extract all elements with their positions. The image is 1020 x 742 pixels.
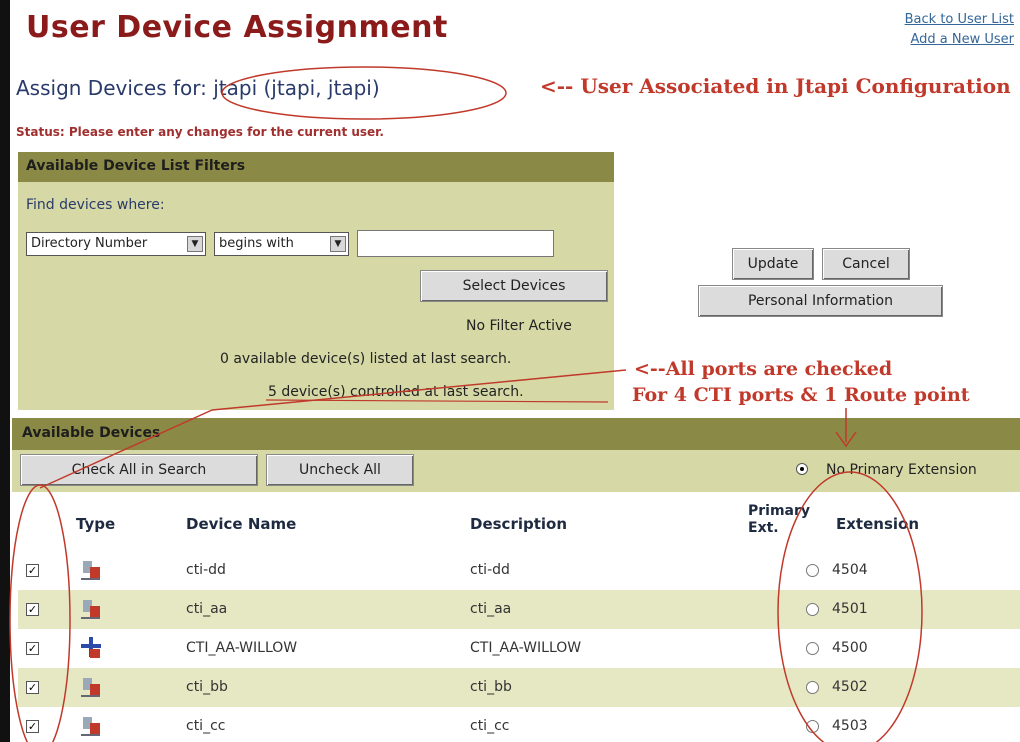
assign-heading-prefix: Assign Devices for: (16, 76, 214, 100)
select-devices-button[interactable]: Select Devices (420, 270, 608, 302)
devices-panel-title: Available Devices (22, 425, 161, 441)
cancel-button[interactable]: Cancel (822, 248, 910, 280)
back-to-user-list-link[interactable]: Back to User List (905, 12, 1014, 27)
match-type-select[interactable]: begins with ▼ (214, 232, 349, 256)
extension-value: 4502 (832, 679, 868, 695)
device-description: cti_cc (470, 718, 510, 734)
table-row: ✓ cti_bb cti_bb 4502 (18, 668, 1020, 707)
search-field-select[interactable]: Directory Number ▼ (26, 232, 206, 256)
assign-heading-user: jtapi (jtapi, jtapi) (213, 76, 380, 100)
status-message: Status: Please enter any changes for the… (16, 125, 384, 139)
personal-information-button[interactable]: Personal Information (698, 285, 943, 317)
filters-panel-title: Available Device List Filters (26, 158, 246, 174)
page-title: User Device Assignment (26, 10, 448, 45)
column-header-type: Type (76, 515, 116, 533)
device-description: cti_aa (470, 601, 512, 617)
column-header-device-name: Device Name (186, 515, 297, 533)
table-row: ✓ cti_cc cti_cc 4503 (18, 707, 1020, 742)
table-row: ✓ cti_aa cti_aa 4501 (18, 590, 1020, 629)
primary-ext-radio[interactable] (806, 642, 819, 655)
device-description: cti_bb (470, 679, 512, 695)
device-name[interactable]: CTI_AA-WILLOW (186, 640, 297, 656)
no-primary-extension-radio[interactable] (796, 463, 808, 475)
dropdown-arrow-icon: ▼ (187, 236, 203, 252)
extension-value: 4503 (832, 718, 868, 734)
check-all-button[interactable]: Check All in Search (20, 454, 258, 486)
search-field-select-value: Directory Number (31, 236, 148, 251)
device-name[interactable]: cti-dd (186, 562, 226, 578)
extension-value: 4500 (832, 640, 868, 656)
route-point-icon (81, 637, 101, 658)
cti-port-icon (81, 717, 100, 736)
primary-ext-radio[interactable] (806, 681, 819, 694)
update-button[interactable]: Update (732, 248, 814, 280)
annotation-user-associated: <-- User Associated in Jtapi Configurati… (540, 74, 1011, 98)
available-devices-count: 0 available device(s) listed at last sea… (220, 351, 512, 367)
column-header-description: Description (470, 515, 568, 533)
primary-ext-radio[interactable] (806, 564, 819, 577)
device-name[interactable]: cti_bb (186, 679, 228, 695)
uncheck-all-button[interactable]: Uncheck All (266, 454, 414, 486)
column-header-extension: Extension (836, 515, 919, 533)
cti-port-icon (81, 561, 100, 580)
column-header-primary-ext: Primary Ext. (748, 503, 811, 536)
device-name[interactable]: cti_cc (186, 718, 225, 734)
extension-value: 4504 (832, 562, 868, 578)
add-new-user-link[interactable]: Add a New User (910, 32, 1014, 47)
device-checkbox[interactable]: ✓ (26, 603, 39, 616)
search-input[interactable] (357, 230, 554, 257)
device-checkbox[interactable]: ✓ (26, 720, 39, 733)
table-row: ✓ CTI_AA-WILLOW CTI_AA-WILLOW 4500 (18, 629, 1020, 668)
device-checkbox[interactable]: ✓ (26, 642, 39, 655)
find-devices-label: Find devices where: (26, 197, 165, 213)
device-checkbox[interactable]: ✓ (26, 681, 39, 694)
extension-value: 4501 (832, 601, 868, 617)
primary-ext-radio[interactable] (806, 603, 819, 616)
controlled-devices-count: 5 device(s) controlled at last search. (268, 384, 524, 400)
cti-port-icon (81, 600, 100, 619)
devices-panel-header (12, 418, 1020, 450)
table-row: ✓ cti-dd cti-dd 4504 (18, 551, 1020, 590)
device-name[interactable]: cti_aa (186, 601, 227, 617)
annotation-ports-checked: <--All ports are checked (634, 358, 893, 380)
primary-ext-radio[interactable] (806, 720, 819, 733)
no-primary-extension-label: No Primary Extension (826, 462, 977, 478)
no-filter-status: No Filter Active (466, 318, 572, 334)
device-description: CTI_AA-WILLOW (470, 640, 582, 656)
cti-port-icon (81, 678, 100, 697)
device-description: cti-dd (470, 562, 510, 578)
dropdown-arrow-icon: ▼ (330, 236, 346, 252)
device-checkbox[interactable]: ✓ (26, 564, 39, 577)
match-type-select-value: begins with (219, 236, 294, 251)
annotation-ports-detail: For 4 CTI ports & 1 Route point (632, 384, 970, 406)
left-border (0, 0, 10, 742)
assign-devices-heading: Assign Devices for: jtapi (jtapi, jtapi) (16, 76, 380, 100)
